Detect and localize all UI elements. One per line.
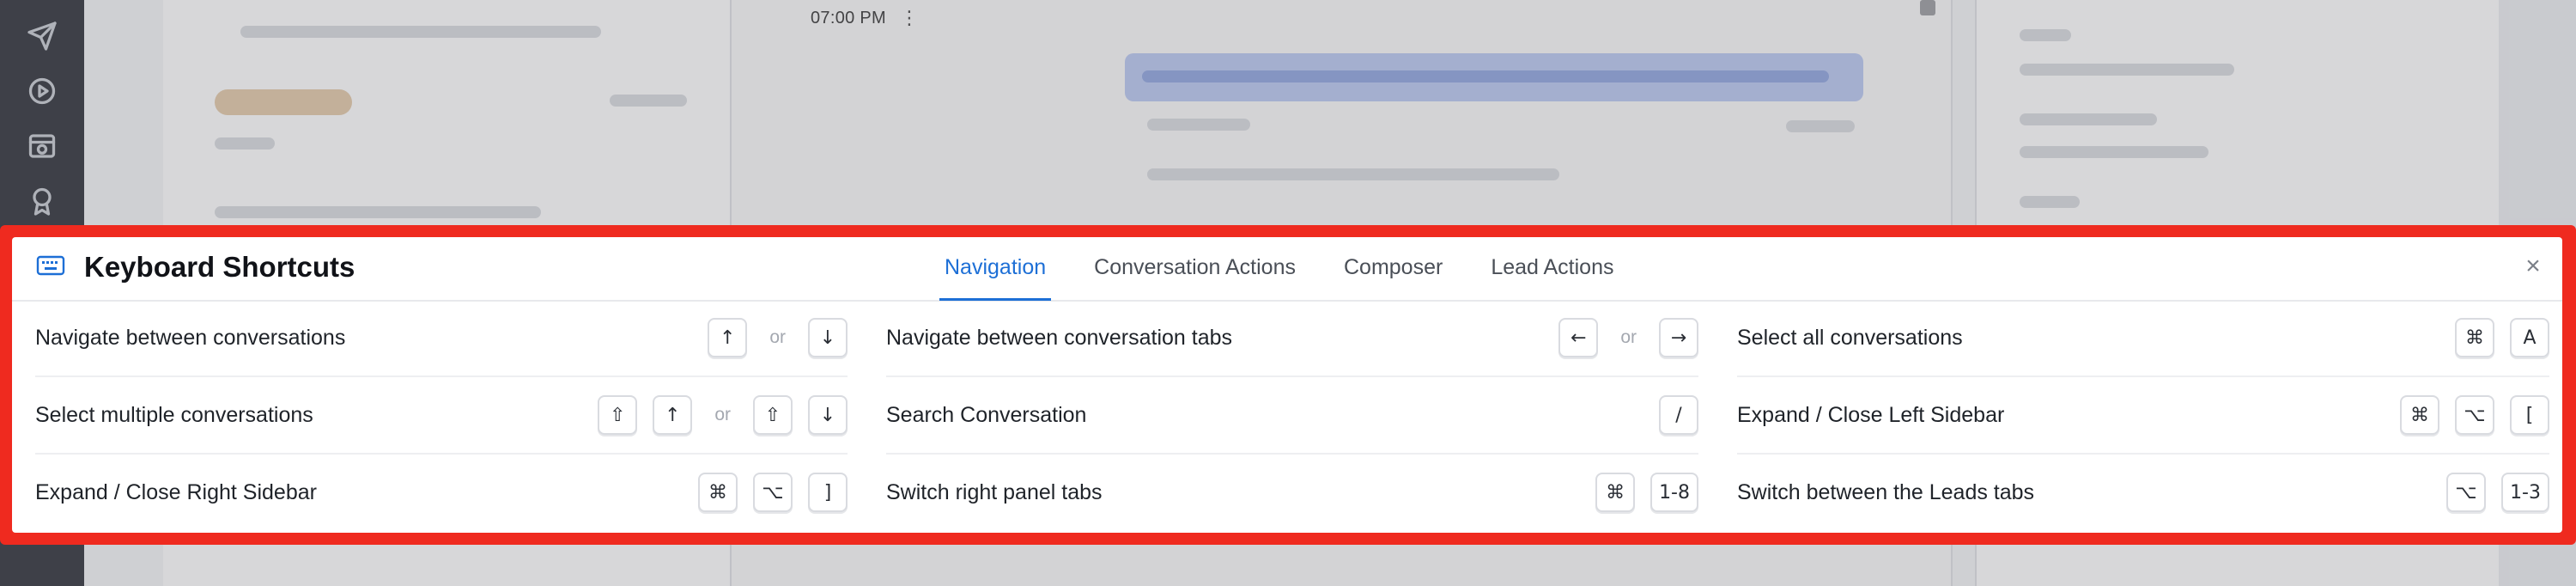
shortcut-row: Expand / Close Left Sidebar ⌘ ⌥ [ (1737, 377, 2549, 455)
arrow-up-key: ↑ (653, 395, 693, 435)
panel-title: Keyboard Shortcuts (84, 251, 355, 283)
shortcut-row: Expand / Close Right Sidebar ⌘ ⌥ ] (35, 455, 848, 530)
shift-key: ⇧ (753, 395, 793, 435)
shift-key: ⇧ (598, 395, 638, 435)
option-key: ⌥ (2446, 473, 2487, 512)
right-bracket-key: ] (808, 473, 848, 512)
shortcut-keys: ⌘ 1-8 (1580, 473, 1698, 512)
shortcut-label: Expand / Close Right Sidebar (35, 479, 317, 504)
tab-composer[interactable]: Composer (1344, 237, 1443, 300)
shortcut-keys: ⌘ A (2439, 318, 2549, 357)
shortcut-row: Select multiple conversations ⇧ ↑ or ⇧ ↓ (35, 377, 848, 455)
shortcut-row: Select all conversations ⌘ A (1737, 300, 2549, 377)
slash-key: / (1659, 395, 1698, 435)
arrow-right-key: → (1659, 318, 1698, 357)
tab-navigation[interactable]: Navigation (939, 237, 1052, 301)
a-key: A (2510, 318, 2549, 357)
option-key: ⌥ (2455, 395, 2494, 435)
or-separator: or (714, 405, 731, 424)
shortcut-row: Navigate between conversation tabs ← or … (886, 300, 1698, 377)
left-bracket-key: [ (2510, 395, 2549, 435)
or-separator: or (1620, 327, 1637, 347)
command-key: ⌘ (2400, 395, 2439, 435)
shortcut-label: Select multiple conversations (35, 402, 313, 427)
shortcut-label: Navigate between conversations (35, 325, 346, 350)
shortcut-keys: ⌘ ⌥ [ (2385, 395, 2549, 435)
close-icon[interactable]: × (2519, 253, 2547, 281)
shortcut-row: Navigate between conversations ↑ or ↓ (35, 300, 848, 377)
option-key: ⌥ (753, 473, 793, 512)
shortcut-keys: ⌥ 1-3 (2431, 473, 2549, 512)
tab-conversation-actions[interactable]: Conversation Actions (1094, 237, 1296, 300)
command-key: ⌘ (1595, 473, 1636, 512)
command-key: ⌘ (2455, 318, 2494, 357)
shortcut-label: Switch right panel tabs (886, 479, 1103, 504)
shortcut-keys: ↑ or ↓ (692, 318, 848, 357)
keyboard-shortcuts-panel: Keyboard Shortcuts Navigation Conversati… (12, 237, 2562, 533)
shortcut-label: Navigate between conversation tabs (886, 325, 1233, 350)
arrow-up-key: ↑ (708, 318, 748, 357)
command-key: ⌘ (698, 473, 738, 512)
arrow-down-key: ↓ (808, 318, 848, 357)
shortcut-label: Search Conversation (886, 402, 1087, 427)
arrow-down-key: ↓ (808, 395, 848, 435)
shortcut-keys: ⇧ ↑ or ⇧ ↓ (582, 395, 848, 435)
shortcut-row: Switch between the Leads tabs ⌥ 1-3 (1737, 455, 2549, 530)
shortcut-keys: ← or → (1543, 318, 1698, 357)
shortcut-row: Switch right panel tabs ⌘ 1-8 (886, 455, 1698, 530)
keyboard-icon (36, 254, 65, 277)
shortcut-keys: / (1643, 395, 1698, 435)
shortcut-label: Select all conversations (1737, 325, 1963, 350)
shortcut-label: Expand / Close Left Sidebar (1737, 402, 2005, 427)
shortcut-keys: ⌘ ⌥ ] (683, 473, 848, 512)
shortcut-label: Switch between the Leads tabs (1737, 479, 2035, 504)
shortcut-tabs: Navigation Conversation Actions Composer… (939, 237, 1662, 301)
panel-header: Keyboard Shortcuts Navigation Conversati… (12, 237, 2562, 302)
or-separator: or (769, 327, 786, 347)
shortcut-column-3: Select all conversations ⌘ A Expand / Cl… (1737, 300, 2549, 530)
shortcut-column-1: Navigate between conversations ↑ or ↓ Se… (35, 300, 848, 530)
shortcut-row: Search Conversation / (886, 377, 1698, 455)
number-range-key: 1-3 (2501, 473, 2549, 512)
number-range-key: 1-8 (1650, 473, 1698, 512)
arrow-left-key: ← (1558, 318, 1599, 357)
tab-lead-actions[interactable]: Lead Actions (1491, 237, 1613, 300)
shortcut-column-2: Navigate between conversation tabs ← or … (886, 300, 1698, 530)
